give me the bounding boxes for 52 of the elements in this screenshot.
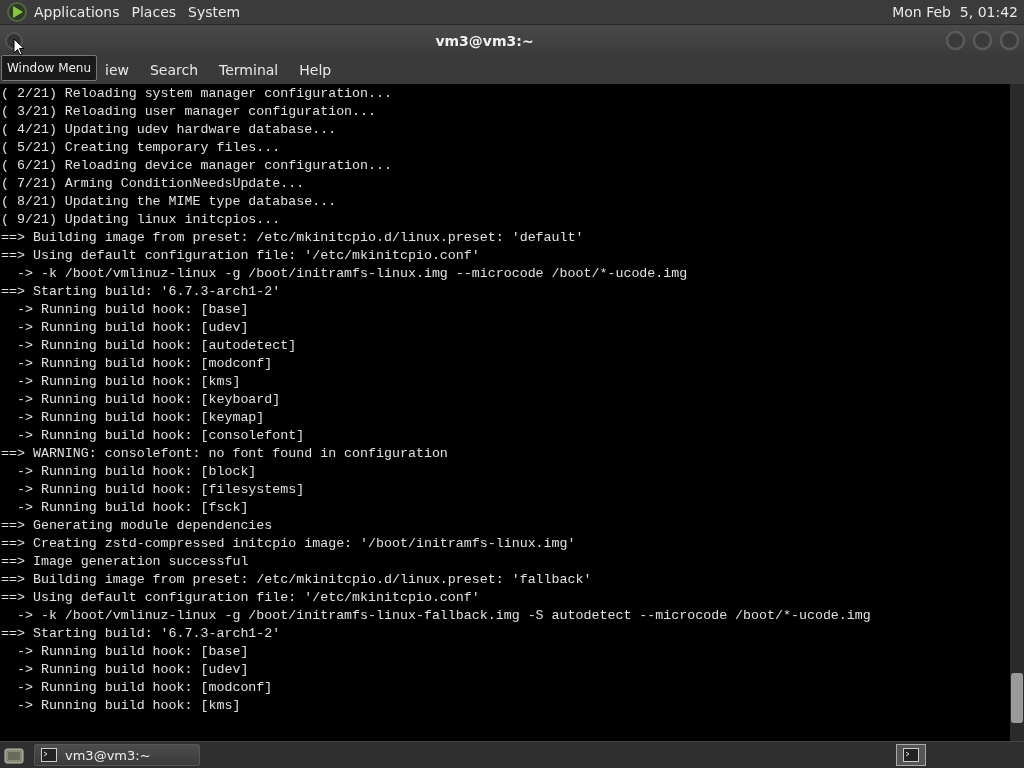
panel-menu[interactable]: Applications	[28, 4, 126, 20]
clock[interactable]: Mon Feb 5, 01:42	[890, 4, 1020, 20]
tooltip: Window Menu	[1, 55, 98, 81]
terminal-line: -> Running build hook: [base]	[15, 643, 249, 661]
taskbar-button[interactable]: vm3@vm3:~	[34, 744, 200, 766]
terminal-line: -> Running build hook: [fsck]	[15, 499, 249, 517]
workspace-switcher[interactable]	[896, 744, 926, 766]
terminal-line: ==> Creating zstd-compressed initcpio image: '/boot/initramfs-linux.img'	[1, 535, 576, 553]
terminal-line: -> Running build hook: [block]	[15, 463, 257, 481]
terminal-line: -> -k /boot/vmlinuz-linux -g /boot/initramfs-linux-fallback.img -S autodetect --microcode /boot/*-ucode.img	[15, 607, 871, 625]
menu-item[interactable]: Terminal	[219, 62, 289, 78]
menu-item[interactable]: iew	[105, 62, 139, 78]
terminal-line: -> Running build hook: [modconf]	[15, 679, 273, 697]
terminal-line: ( 2/21) Reloading system manager configuration...	[1, 85, 392, 103]
terminal-icon	[41, 748, 57, 762]
terminal-line: -> Running build hook: [udev]	[15, 319, 249, 337]
menu-item[interactable]: Help	[299, 62, 342, 78]
terminal-line: ( 6/21) Reloading device manager configuration...	[1, 157, 392, 175]
terminal-line: ( 3/21) Reloading user manager configuration...	[1, 103, 377, 121]
terminal-line: ==> Building image from preset: /etc/mkinitcpio.d/linux.preset: 'default'	[1, 229, 584, 247]
terminal-line: -> Running build hook: [consolefont]	[15, 427, 305, 445]
terminal-line: ( 9/21) Updating linux initcpios...	[1, 211, 281, 229]
terminal-line: ==> Starting build: '6.7.3-arch1-2'	[1, 625, 281, 643]
menu-item[interactable]: Search	[149, 62, 209, 78]
terminal-line: -> Running build hook: [kms]	[15, 373, 241, 391]
terminal-line: -> Running build hook: [autodetect]	[15, 337, 297, 355]
show-desktop-icon[interactable]	[4, 746, 24, 764]
terminal-line: ==> Building image from preset: /etc/mkinitcpio.d/linux.preset: 'fallback'	[1, 571, 592, 589]
terminal-line: ( 7/21) Arming ConditionNeedsUpdate...	[1, 175, 305, 193]
terminal-line: -> Running build hook: [udev]	[15, 661, 249, 679]
terminal-line: ==> Image generation successful	[1, 553, 249, 571]
mouse-pointer-icon	[13, 38, 25, 56]
terminal-line: ( 8/21) Updating the MIME type database...	[1, 193, 337, 211]
terminal-line: ==> Generating module dependencies	[1, 517, 273, 535]
terminal-line: ==> Using default configuration file: '/etc/mkinitcpio.conf'	[1, 589, 480, 607]
terminal-line: -> Running build hook: [keyboard]	[15, 391, 281, 409]
panel-menu[interactable]: System	[182, 4, 247, 20]
terminal-line: -> Running build hook: [modconf]	[15, 355, 273, 373]
window-title: vm3@vm3:~	[434, 32, 535, 49]
terminal-line: -> Running build hook: [keymap]	[15, 409, 265, 427]
terminal-line: ==> Using default configuration file: '/etc/mkinitcpio.conf'	[1, 247, 480, 265]
terminal-line: -> Running build hook: [base]	[15, 301, 249, 319]
terminal-line: ==> Starting build: '6.7.3-arch1-2'	[1, 283, 281, 301]
terminal-line: ( 4/21) Updating udev hardware database...	[1, 121, 337, 139]
terminal-line: ( 5/21) Creating temporary files...	[1, 139, 281, 157]
terminal-line: -> Running build hook: [filesystems]	[15, 481, 305, 499]
terminal-line: -> Running build hook: [kms]	[15, 697, 241, 715]
terminal-line: ==> WARNING: consolefont: no font found in configuration	[1, 445, 448, 463]
terminal-line: -> -k /boot/vmlinuz-linux -g /boot/initramfs-linux.img --microcode /boot/*-ucode.img	[15, 265, 688, 283]
panel-menu[interactable]: Places	[125, 4, 183, 20]
logo-icon[interactable]	[6, 1, 28, 23]
terminal-icon	[903, 748, 919, 762]
